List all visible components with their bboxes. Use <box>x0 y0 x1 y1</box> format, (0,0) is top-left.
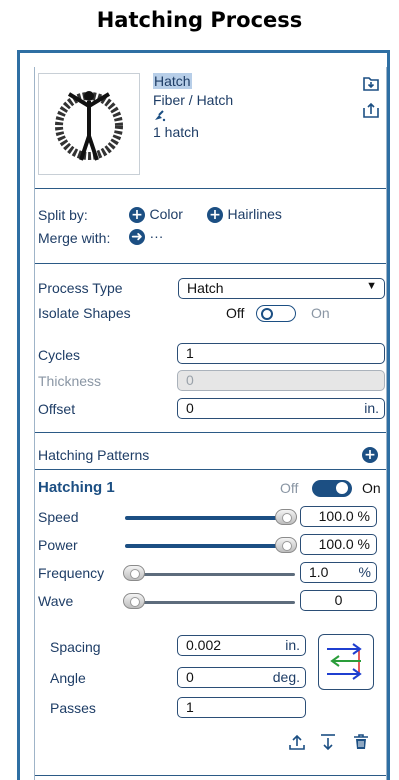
divider <box>35 469 386 470</box>
isolate-on-label: On <box>311 305 330 321</box>
power-input[interactable]: 100.0 % <box>300 534 377 555</box>
spacing-unit: in. <box>285 637 300 653</box>
arrow-right-icon: ➜ <box>129 228 145 245</box>
cycles-input[interactable]: 1 <box>177 343 385 364</box>
cycles-value: 1 <box>186 345 194 361</box>
angle-input[interactable]: 0 deg. <box>177 667 306 688</box>
wave-label: Wave <box>38 593 74 609</box>
speed-slider-handle[interactable] <box>275 509 297 525</box>
thickness-input: 0 <box>177 370 385 391</box>
page-title: Hatching Process <box>96 8 303 32</box>
plus-icon: + <box>207 206 223 223</box>
dropdown-arrow-icon: ▼ <box>366 280 377 292</box>
frequency-value: 1.0 <box>309 564 329 580</box>
offset-value: 0 <box>186 400 194 416</box>
merge-more-label: ··· <box>149 228 164 244</box>
offset-unit: in. <box>364 400 379 416</box>
spacing-value: 0.002 <box>186 637 222 653</box>
artwork-thumbnail <box>38 73 140 175</box>
offset-label: Offset <box>38 401 76 417</box>
wave-value: 0 <box>334 592 343 608</box>
hatch-direction-button[interactable] <box>318 634 374 690</box>
import-icon[interactable] <box>362 74 380 92</box>
frequency-unit: % <box>358 564 371 580</box>
isolate-shapes-label: Isolate Shapes <box>38 305 131 321</box>
speed-value: 100.0 % <box>318 508 370 524</box>
hatch-direction-icon <box>327 643 362 680</box>
spacing-label: Spacing <box>50 639 101 655</box>
power-slider-handle[interactable] <box>275 537 297 553</box>
export-icon[interactable] <box>362 101 380 119</box>
split-color-button[interactable]: + Color <box>129 206 183 224</box>
move-up-icon[interactable] <box>288 733 306 751</box>
plus-icon: + <box>362 446 378 463</box>
pen-icon <box>153 108 233 124</box>
frequency-label: Frequency <box>38 565 105 581</box>
angle-label: Angle <box>50 670 86 686</box>
wave-slider-handle[interactable] <box>123 593 145 609</box>
wave-slider-track[interactable] <box>130 601 295 604</box>
passes-label: Passes <box>50 700 96 716</box>
add-pattern-button[interactable]: + <box>362 446 378 464</box>
frequency-input[interactable]: 1.0 % <box>300 562 377 583</box>
panel-content: Hatch Fiber / Hatch 1 hatch Split by: + … <box>34 67 387 780</box>
speed-input[interactable]: 100.0 % <box>300 506 377 527</box>
process-type-text: Fiber / Hatch <box>153 92 234 108</box>
hatch-panel: Hatch Fiber / Hatch 1 hatch Split by: + … <box>17 50 390 780</box>
trash-icon[interactable] <box>352 733 370 751</box>
wave-input[interactable]: 0 <box>300 590 377 611</box>
split-color-label: Color <box>149 206 183 222</box>
divider <box>35 263 386 264</box>
hatching-patterns-label: Hatching Patterns <box>38 447 150 463</box>
merge-with-button[interactable]: ➜ ··· <box>129 228 163 246</box>
frequency-slider-handle[interactable] <box>123 565 145 581</box>
process-type-label: Process Type <box>38 280 123 296</box>
divider <box>35 432 386 433</box>
split-by-label: Split by: <box>38 207 88 223</box>
isolate-shapes-toggle[interactable] <box>256 305 296 322</box>
offset-input[interactable]: 0 in. <box>177 398 385 419</box>
hatching-1-title[interactable]: Hatching 1 <box>38 479 115 496</box>
process-name[interactable]: Hatch <box>153 73 192 89</box>
pattern-enabled-toggle[interactable] <box>312 480 352 497</box>
process-type-value: Hatch <box>187 280 224 296</box>
spacing-input[interactable]: 0.002 in. <box>177 635 306 656</box>
frequency-slider-track[interactable] <box>130 573 295 576</box>
power-label: Power <box>38 537 78 553</box>
divider <box>35 188 386 189</box>
divider <box>35 775 386 776</box>
split-hairlines-button[interactable]: + Hairlines <box>207 206 282 224</box>
angle-value: 0 <box>186 669 194 685</box>
pattern-off-label: Off <box>280 480 299 496</box>
move-down-icon[interactable] <box>319 733 337 751</box>
pattern-on-label: On <box>362 480 381 496</box>
isolate-off-label: Off <box>226 305 245 321</box>
cycles-label: Cycles <box>38 347 81 363</box>
passes-value: 1 <box>186 699 194 715</box>
speed-slider-track[interactable] <box>125 516 285 520</box>
power-value: 100.0 % <box>318 536 370 552</box>
speed-label: Speed <box>38 509 79 525</box>
thickness-value: 0 <box>186 372 194 388</box>
merge-with-label: Merge with: <box>38 230 111 246</box>
split-hairlines-label: Hairlines <box>227 206 282 222</box>
plus-icon: + <box>129 206 145 223</box>
power-slider-track[interactable] <box>125 544 285 548</box>
passes-input[interactable]: 1 <box>177 697 306 718</box>
process-type-select[interactable]: Hatch ▼ <box>178 278 385 299</box>
thickness-label: Thickness <box>38 373 102 389</box>
angle-unit: deg. <box>272 669 300 685</box>
hatch-count: 1 hatch <box>153 124 199 140</box>
